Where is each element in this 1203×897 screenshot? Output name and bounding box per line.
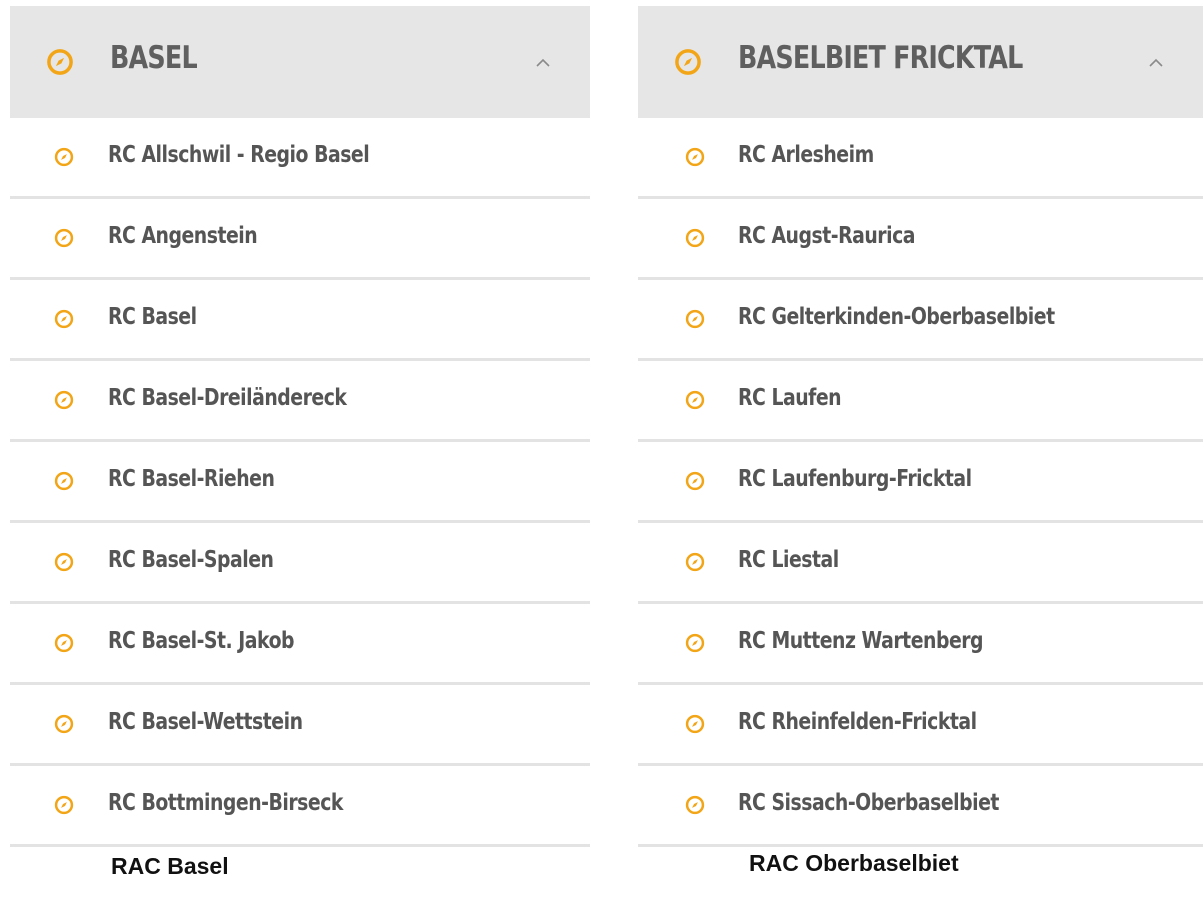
club-link[interactable]: RC Laufen: [738, 385, 842, 411]
club-link[interactable]: RC Rheinfelden-Fricktal: [738, 709, 977, 735]
club-link[interactable]: RC Gelterkinden-Oberbaselbiet: [738, 304, 1055, 330]
club-link[interactable]: RC Basel-Wettstein: [108, 709, 303, 735]
list-item[interactable]: RC Laufenburg-Fricktal: [638, 442, 1203, 523]
compass-icon: [54, 633, 74, 653]
club-list: RC Arlesheim RC Augst-Raurica RC Gelterk…: [638, 118, 1203, 847]
compass-icon: [54, 714, 74, 734]
club-link[interactable]: RC Allschwil - Regio Basel: [108, 142, 370, 168]
club-link[interactable]: RC Basel-Spalen: [108, 547, 274, 573]
panel-title: BASEL: [110, 40, 198, 76]
compass-icon: [685, 714, 705, 734]
list-item[interactable]: RC Laufen: [638, 361, 1203, 442]
compass-icon: [675, 49, 701, 75]
chevron-up-icon[interactable]: [1149, 56, 1163, 70]
compass-icon: [685, 390, 705, 410]
compass-icon: [47, 49, 73, 75]
compass-icon: [54, 228, 74, 248]
list-item[interactable]: RC Rheinfelden-Fricktal: [638, 685, 1203, 766]
list-item[interactable]: RC Basel-Wettstein: [10, 685, 590, 766]
compass-icon: [54, 147, 74, 167]
list-item[interactable]: RC Allschwil - Regio Basel: [10, 118, 590, 199]
chevron-up-icon[interactable]: [536, 56, 550, 70]
list-item[interactable]: RC Basel-St. Jakob: [10, 604, 590, 685]
compass-icon: [685, 309, 705, 329]
compass-icon: [685, 552, 705, 572]
compass-icon: [685, 228, 705, 248]
caption-rac-oberbaselbiet: RAC Oberbaselbiet: [749, 850, 959, 876]
club-link[interactable]: RC Basel-St. Jakob: [108, 628, 295, 654]
compass-icon: [54, 390, 74, 410]
compass-icon: [54, 795, 74, 815]
list-item[interactable]: RC Arlesheim: [638, 118, 1203, 199]
club-link[interactable]: RC Augst-Raurica: [738, 223, 915, 249]
compass-icon: [54, 552, 74, 572]
list-item[interactable]: RC Gelterkinden-Oberbaselbiet: [638, 280, 1203, 361]
compass-icon: [54, 471, 74, 491]
accordion-panel-basel: BASEL RC Allschwil - Regio Basel RC Ange…: [10, 6, 590, 847]
list-item[interactable]: RC Bottmingen-Birseck: [10, 766, 590, 847]
club-link[interactable]: RC Arlesheim: [738, 142, 874, 168]
list-item[interactable]: RC Basel-Spalen: [10, 523, 590, 604]
compass-icon: [685, 633, 705, 653]
club-link[interactable]: RC Muttenz Wartenberg: [738, 628, 984, 654]
caption-rac-basel: RAC Basel: [111, 853, 229, 879]
list-item[interactable]: RC Muttenz Wartenberg: [638, 604, 1203, 685]
compass-icon: [685, 147, 705, 167]
club-link[interactable]: RC Angenstein: [108, 223, 258, 249]
list-item[interactable]: RC Sissach-Oberbaselbiet: [638, 766, 1203, 847]
club-list: RC Allschwil - Regio Basel RC Angenstein…: [10, 118, 590, 847]
list-item[interactable]: RC Basel-Dreiländereck: [10, 361, 590, 442]
panel-header-basel[interactable]: BASEL: [10, 6, 590, 118]
club-link[interactable]: RC Laufenburg-Fricktal: [738, 466, 972, 492]
accordion-panel-baselbiet-fricktal: BASELBIET FRICKTAL RC Arlesheim RC Augst…: [638, 6, 1203, 847]
panel-header-baselbiet-fricktal[interactable]: BASELBIET FRICKTAL: [638, 6, 1203, 118]
club-link[interactable]: RC Basel: [108, 304, 197, 330]
list-item[interactable]: RC Basel: [10, 280, 590, 361]
club-link[interactable]: RC Liestal: [738, 547, 839, 573]
compass-icon: [685, 795, 705, 815]
list-item[interactable]: RC Liestal: [638, 523, 1203, 604]
panel-title: BASELBIET FRICKTAL: [738, 40, 1023, 76]
club-link[interactable]: RC Basel-Dreiländereck: [108, 385, 347, 411]
club-link[interactable]: RC Sissach-Oberbaselbiet: [738, 790, 999, 816]
club-link[interactable]: RC Basel-Riehen: [108, 466, 275, 492]
list-item[interactable]: RC Basel-Riehen: [10, 442, 590, 523]
list-item[interactable]: RC Augst-Raurica: [638, 199, 1203, 280]
compass-icon: [685, 471, 705, 491]
club-link[interactable]: RC Bottmingen-Birseck: [108, 790, 343, 816]
compass-icon: [54, 309, 74, 329]
list-item[interactable]: RC Angenstein: [10, 199, 590, 280]
